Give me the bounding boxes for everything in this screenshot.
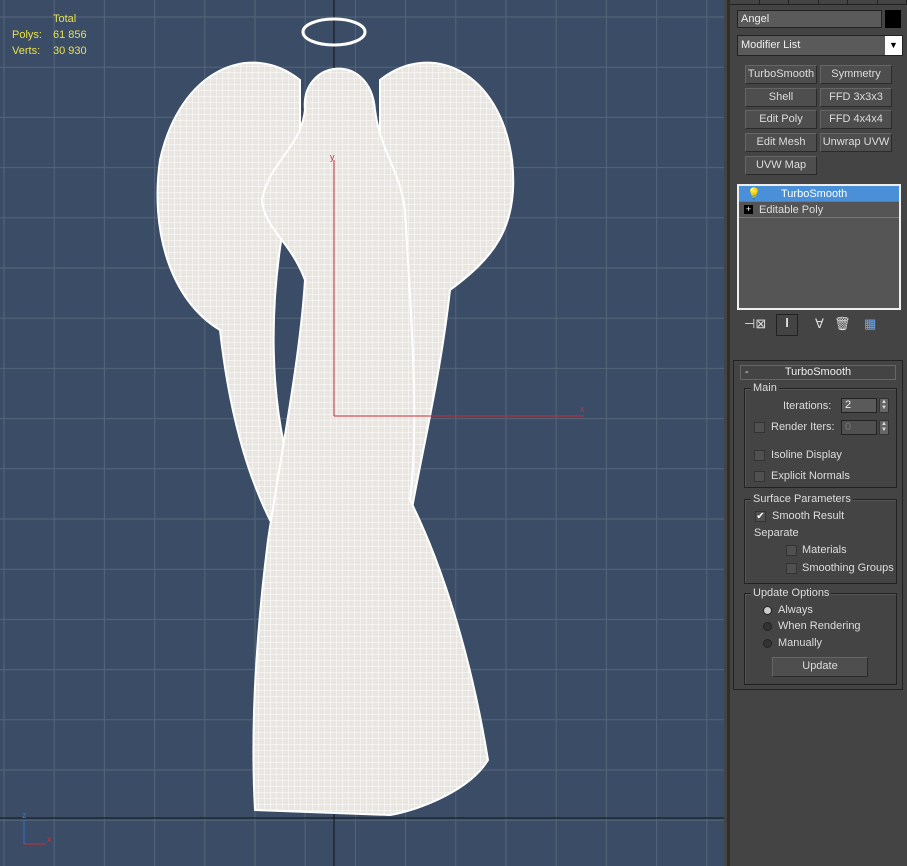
modifier-list-dropdown[interactable]: Modifier List ▼ — [737, 35, 903, 56]
iterations-label: Iterations: — [783, 400, 832, 412]
iterations-spinner[interactable]: ▲ ▼ — [879, 398, 889, 413]
modifier-list-label: Modifier List — [741, 39, 801, 51]
update-options-label: Update Options — [751, 587, 832, 599]
stack-item-turbosmooth[interactable]: 💡 TurboSmooth — [739, 186, 899, 202]
make-unique-icon[interactable]: ∀ — [815, 316, 824, 332]
rollout-title: TurboSmooth — [784, 366, 852, 378]
surface-parameters-label: Surface Parameters — [751, 493, 853, 505]
viewport-front[interactable]: x y x z Total Polys: 61 856 Verts: 30 930 — [0, 0, 724, 866]
always-label: Always — [778, 604, 813, 616]
verts-value: 30 930 — [53, 45, 87, 57]
stack-item-label: Editable Poly — [759, 204, 824, 216]
remove-modifier-icon[interactable]: 🗑 — [834, 316, 851, 332]
command-panel-tabs[interactable] — [730, 0, 907, 5]
world-z-label: z — [22, 810, 27, 820]
stack-toolbar: ⊣⊠ I ∀ 🗑 ▦ — [742, 314, 902, 336]
modifier-button-ffd3[interactable]: FFD 3x3x3 — [820, 88, 892, 107]
chevron-down-icon[interactable]: ▼ — [885, 36, 902, 55]
collapse-icon[interactable]: - — [745, 366, 749, 379]
modifier-stack[interactable]: 💡 TurboSmooth + Editable Poly — [737, 184, 901, 310]
update-button[interactable]: Update — [772, 657, 868, 677]
modifier-button-symmetry[interactable]: Symmetry — [820, 65, 892, 84]
left-wing — [156, 61, 302, 522]
world-x-label: x — [47, 834, 52, 844]
configure-modifier-sets-icon[interactable]: ▦ — [864, 316, 876, 332]
polys-label: Polys: — [12, 29, 42, 41]
viewport-canvas[interactable]: x y x z — [0, 0, 724, 866]
angel-mesh[interactable] — [156, 61, 515, 817]
smoothing-groups-label: Smoothing Groups — [802, 562, 894, 574]
manually-label: Manually — [778, 637, 823, 649]
explicit-normals-label: Explicit Normals — [771, 470, 850, 482]
render-iters-input[interactable]: 0 — [841, 420, 877, 435]
when-rendering-radio[interactable] — [763, 622, 772, 631]
modifier-button-ffd4[interactable]: FFD 4x4x4 — [820, 110, 892, 129]
surface-parameters-group: Surface Parameters ✔ Smooth Result Separ… — [744, 493, 897, 584]
object-name-field[interactable]: Angel — [737, 10, 882, 28]
always-radio[interactable] — [763, 606, 772, 615]
modifier-button-uvw-map[interactable]: UVW Map — [745, 156, 817, 175]
main-group-label: Main — [751, 382, 779, 394]
smooth-result-label: Smooth Result — [772, 510, 845, 522]
plus-icon[interactable]: + — [744, 205, 753, 214]
materials-checkbox[interactable] — [786, 545, 797, 556]
modifier-button-shell[interactable]: Shell — [745, 88, 817, 107]
gizmo-y-label: y — [330, 152, 335, 162]
update-options-group: Update Options Always When Rendering Man… — [744, 587, 897, 685]
rollout-header[interactable]: - TurboSmooth — [740, 365, 896, 380]
materials-label: Materials — [802, 544, 847, 556]
polys-value: 61 856 — [53, 29, 87, 41]
modifier-button-edit-mesh[interactable]: Edit Mesh — [745, 133, 817, 152]
modifier-button-edit-poly[interactable]: Edit Poly — [745, 110, 817, 129]
render-iters-label: Render Iters: — [771, 421, 835, 433]
stack-item-label: TurboSmooth — [781, 188, 848, 200]
pin-stack-icon[interactable]: ⊣⊠ — [744, 316, 766, 332]
isoline-display-checkbox[interactable] — [754, 450, 765, 461]
when-rendering-label: When Rendering — [778, 620, 861, 632]
lightbulb-icon[interactable]: 💡 — [747, 186, 761, 202]
manually-radio[interactable] — [763, 639, 772, 648]
isoline-display-label: Isoline Display — [771, 449, 842, 461]
modifier-button-turbosmooth[interactable]: TurboSmooth — [745, 65, 817, 84]
separate-label: Separate — [754, 527, 799, 539]
render-iters-spinner[interactable]: ▲ ▼ — [879, 420, 889, 435]
render-iters-checkbox[interactable] — [754, 422, 765, 433]
verts-label: Verts: — [12, 45, 41, 57]
smooth-result-checkbox[interactable]: ✔ — [755, 511, 766, 522]
turbosmooth-rollout: - TurboSmooth Main Iterations: 2 ▲ ▼ Rende… — [733, 360, 903, 690]
main-group: Main Iterations: 2 ▲ ▼ Render Iters: 0 ▲ ▼… — [744, 382, 897, 488]
stats-header: Total — [53, 13, 77, 25]
smoothing-groups-checkbox[interactable] — [786, 563, 797, 574]
modifier-button-unwrap-uvw[interactable]: Unwrap UVW — [820, 133, 892, 152]
gizmo-x-label: x — [580, 404, 585, 414]
show-end-result-icon[interactable]: I — [776, 314, 798, 336]
object-color-swatch[interactable] — [885, 10, 901, 28]
modify-panel: Angel Modifier List ▼ TurboSmooth Symmetr… — [727, 0, 907, 866]
poly-stats: Total Polys: 61 856 Verts: 30 930 — [12, 11, 87, 59]
stack-item-editable-poly[interactable]: + Editable Poly — [739, 202, 899, 218]
iterations-input[interactable]: 2 — [841, 398, 877, 413]
explicit-normals-checkbox[interactable] — [754, 471, 765, 482]
